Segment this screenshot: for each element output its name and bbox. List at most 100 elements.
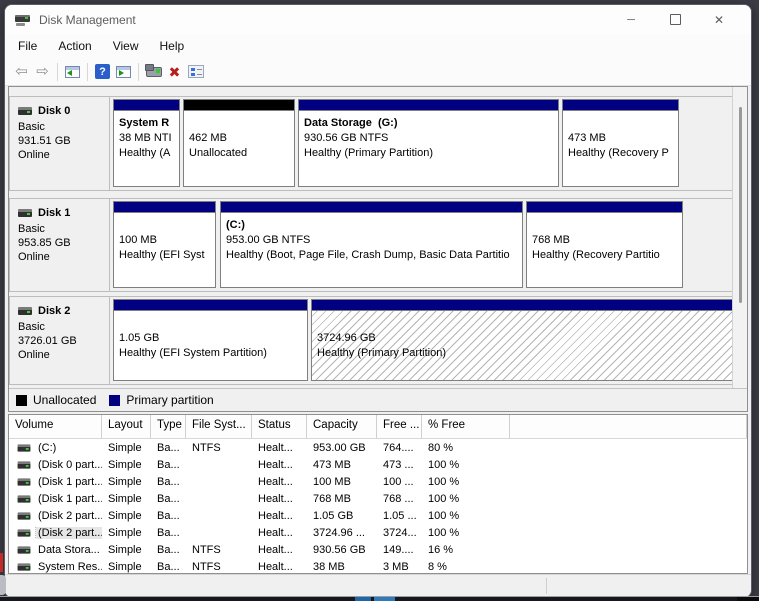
partition-size: 1.05 GB [119, 332, 160, 344]
cell-free-space: 3 MB [383, 560, 409, 573]
partition-name [568, 116, 678, 131]
cell-volume: (Disk 2 part... [9, 510, 102, 522]
partition-status: Healthy (A [119, 147, 171, 159]
table-row[interactable]: (Disk 1 part... Simple Ba... Healt... 100 MB… [9, 473, 747, 490]
vertical-scrollbar[interactable] [732, 87, 747, 389]
menu-view[interactable]: View [113, 39, 139, 53]
window-title: Disk Management [39, 12, 136, 27]
col-status[interactable]: Status [252, 415, 307, 438]
partition-primary-3724gb-selected[interactable]: 3724.96 GB Healthy (Primary Partition) [311, 299, 737, 381]
cell-status: Healt... [258, 492, 293, 505]
disk-1-row: Disk 1 Basic 953.85 GB Online 100 MB Heal… [9, 198, 733, 292]
delete-icon[interactable]: ✖ [164, 61, 185, 83]
volume-disk-icon [17, 528, 31, 537]
partition-status: Healthy (EFI System Partition) [119, 347, 267, 359]
taskbar-corner [737, 597, 759, 601]
title-bar[interactable]: Disk Management ─ ✕ [5, 5, 751, 34]
partition-status: Healthy (Recovery P [568, 147, 669, 159]
table-row[interactable]: (Disk 1 part... Simple Ba... Healt... 768 MB… [9, 490, 747, 507]
volume-disk-icon [17, 545, 31, 554]
table-row[interactable]: (Disk 2 part... Simple Ba... Healt... 1.05 G… [9, 507, 747, 524]
legend-unallocated-label: Unallocated [33, 393, 97, 407]
disk-name: Disk 2 [38, 305, 71, 317]
app-disk-icon [15, 14, 30, 26]
col-pct-free[interactable]: % Free [422, 415, 510, 438]
partition-status: Unallocated [189, 147, 248, 159]
col-free-space[interactable]: Free ... [377, 415, 422, 438]
cell-type: Ba... [157, 492, 180, 505]
scrollbar-thumb[interactable] [739, 107, 742, 303]
cell-type: Ba... [157, 560, 180, 573]
minimize-icon[interactable]: ─ [609, 5, 653, 34]
cell-free-space: 764.... [383, 441, 414, 454]
volume-list: Volume Layout Type File Syst... Status Capaci… [8, 414, 748, 574]
menu-action[interactable]: Action [58, 39, 91, 53]
cell-file-system: NTFS [192, 560, 221, 573]
maximize-icon[interactable] [653, 5, 697, 34]
taskbar-icon[interactable] [374, 597, 395, 601]
taskbar-icon[interactable] [355, 597, 371, 601]
table-header: Volume Layout Type File Syst... Status Capaci… [9, 415, 747, 439]
disk-2-label[interactable]: Disk 2 Basic 3726.01 GB Online [10, 297, 110, 384]
back-icon[interactable]: ⇦ [11, 61, 32, 83]
cell-type: Ba... [157, 441, 180, 454]
forward-icon[interactable]: ⇨ [32, 61, 53, 83]
col-capacity[interactable]: Capacity [307, 415, 377, 438]
disk-1-label[interactable]: Disk 1 Basic 953.85 GB Online [10, 199, 110, 291]
disk-size: 953.85 GB [18, 237, 71, 249]
cell-status: Healt... [258, 526, 293, 539]
partition-color-bar [563, 100, 678, 111]
partition-size: 930.56 GB NTFS [304, 132, 389, 144]
cell-status: Healt... [258, 441, 293, 454]
properties-icon[interactable] [185, 61, 206, 83]
partition-color-bar [184, 100, 294, 111]
partition-recovery-473mb[interactable]: 473 MB Healthy (Recovery P [562, 99, 679, 187]
close-icon[interactable]: ✕ [697, 5, 741, 34]
taskbar-strip [0, 597, 759, 601]
cell-capacity: 100 MB [313, 475, 351, 488]
col-type[interactable]: Type [151, 415, 186, 438]
rescan-disks-icon[interactable] [143, 61, 164, 83]
col-file-system[interactable]: File Syst... [186, 415, 252, 438]
partition-color-bar [114, 100, 179, 111]
partition-unallocated[interactable]: 462 MB Unallocated [183, 99, 295, 187]
partition-name: System R [119, 117, 170, 129]
action-pane-icon[interactable] [113, 61, 134, 83]
cell-volume: (C:) [9, 442, 102, 454]
partition-data-storage-g[interactable]: Data Storage (G:) 930.56 GB NTFS Healthy (… [298, 99, 559, 187]
partition-efi-1gb[interactable]: 1.05 GB Healthy (EFI System Partition) [113, 299, 308, 381]
table-row[interactable]: Data Stora... Simple Ba... NTFS Healt... 930.… [9, 541, 747, 558]
cell-capacity: 38 MB [313, 560, 345, 573]
cell-volume: (Disk 1 part... [9, 493, 102, 505]
partition-status: Healthy (Boot, Page File, Crash Dump, Ba… [226, 249, 510, 261]
disk-0-label[interactable]: Disk 0 Basic 931.51 GB Online [10, 97, 110, 190]
partition-recovery-768mb[interactable]: 768 MB Healthy (Recovery Partitio [526, 201, 683, 288]
partition-name [119, 316, 307, 331]
table-row[interactable]: (Disk 2 part... Simple Ba... Healt... 3724.9… [9, 524, 747, 541]
disk-management-window: Disk Management ─ ✕ File Action View Hel… [4, 4, 752, 598]
col-layout[interactable]: Layout [102, 415, 151, 438]
cell-volume: (Disk 2 part... [9, 526, 102, 539]
cell-free-space: 768 ... [383, 492, 414, 505]
table-body: (C:) Simple Ba... NTFS Healt... 953.00 GB 764.… [9, 439, 747, 573]
console-tree-icon[interactable] [62, 61, 83, 83]
menu-file[interactable]: File [18, 39, 37, 53]
background-red-artifact [0, 553, 3, 572]
menu-help[interactable]: Help [160, 39, 185, 53]
volume-disk-icon [17, 443, 31, 452]
help-icon[interactable]: ? [92, 61, 113, 83]
table-row[interactable]: (Disk 0 part... Simple Ba... Healt... 473 MB… [9, 456, 747, 473]
cell-layout: Simple [108, 458, 142, 471]
partition-system-reserved[interactable]: System R 38 MB NTI Healthy (A [113, 99, 180, 187]
legend-bar: Unallocated Primary partition [9, 388, 747, 411]
partition-c-drive[interactable]: (C:) 953.00 GB NTFS Healthy (Boot, Page Fi… [220, 201, 523, 288]
col-volume[interactable]: Volume [9, 415, 102, 438]
cell-volume: (Disk 0 part... [9, 459, 102, 471]
disk-status: Online [18, 349, 50, 361]
volume-disk-icon [17, 511, 31, 520]
unallocated-swatch [16, 394, 27, 406]
partition-size: 953.00 GB NTFS [226, 234, 311, 246]
table-row[interactable]: (C:) Simple Ba... NTFS Healt... 953.00 GB 764.… [9, 439, 747, 456]
partition-efi-100mb[interactable]: 100 MB Healthy (EFI Syst [113, 201, 216, 288]
table-row[interactable]: System Res... Simple Ba... NTFS Healt... 38 M… [9, 558, 747, 573]
